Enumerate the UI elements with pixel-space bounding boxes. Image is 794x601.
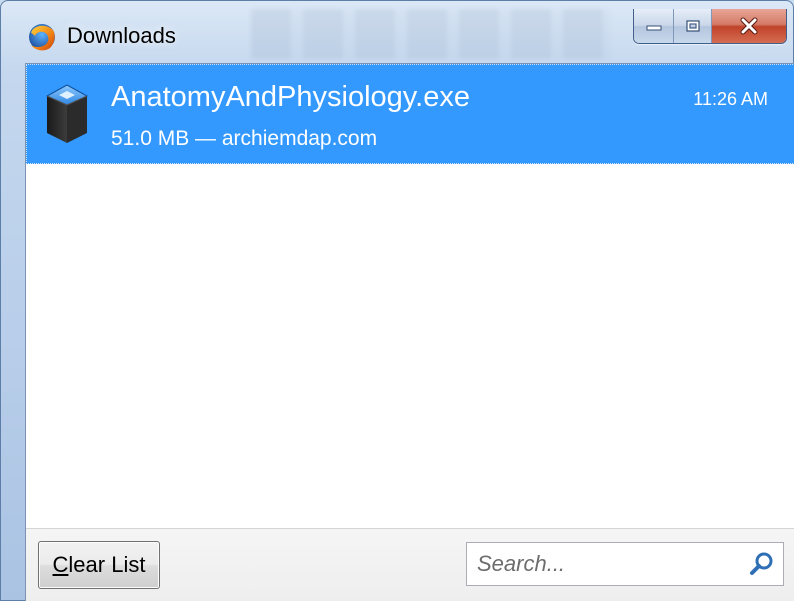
caption-buttons — [633, 9, 787, 44]
firefox-icon — [29, 24, 55, 51]
bottom-toolbar: Clear List — [26, 528, 794, 601]
download-time: 11:26 AM — [693, 89, 768, 109]
minimize-icon — [646, 25, 661, 31]
title-bar[interactable]: Downloads — [1, 1, 793, 63]
restore-icon — [685, 20, 700, 32]
close-button[interactable] — [712, 9, 786, 43]
download-item[interactable]: AnatomyAndPhysiology.exe 51.0 MB — archi… — [26, 64, 794, 164]
restore-button[interactable] — [674, 9, 712, 43]
minimize-button[interactable] — [634, 9, 674, 43]
clear-list-label: lear List — [68, 552, 146, 577]
package-box-icon — [45, 84, 89, 143]
download-file-name: AnatomyAndPhysiology.exe — [111, 81, 470, 113]
search-icon[interactable] — [749, 551, 775, 577]
search-input[interactable] — [467, 543, 737, 585]
close-icon — [740, 17, 758, 35]
clear-list-access-key: C — [52, 552, 69, 577]
downloads-window: Downloads AnatomyAndPhysiology.exe 51.0 … — [0, 0, 794, 601]
clear-list-button[interactable]: Clear List — [38, 541, 160, 589]
download-status: 51.0 MB — archiemdap.com — [111, 127, 378, 150]
search-box[interactable] — [466, 542, 784, 586]
window-title: Downloads — [67, 23, 176, 48]
download-list[interactable]: AnatomyAndPhysiology.exe 51.0 MB — archi… — [26, 64, 794, 528]
downloads-panel: AnatomyAndPhysiology.exe 51.0 MB — archi… — [25, 63, 794, 601]
